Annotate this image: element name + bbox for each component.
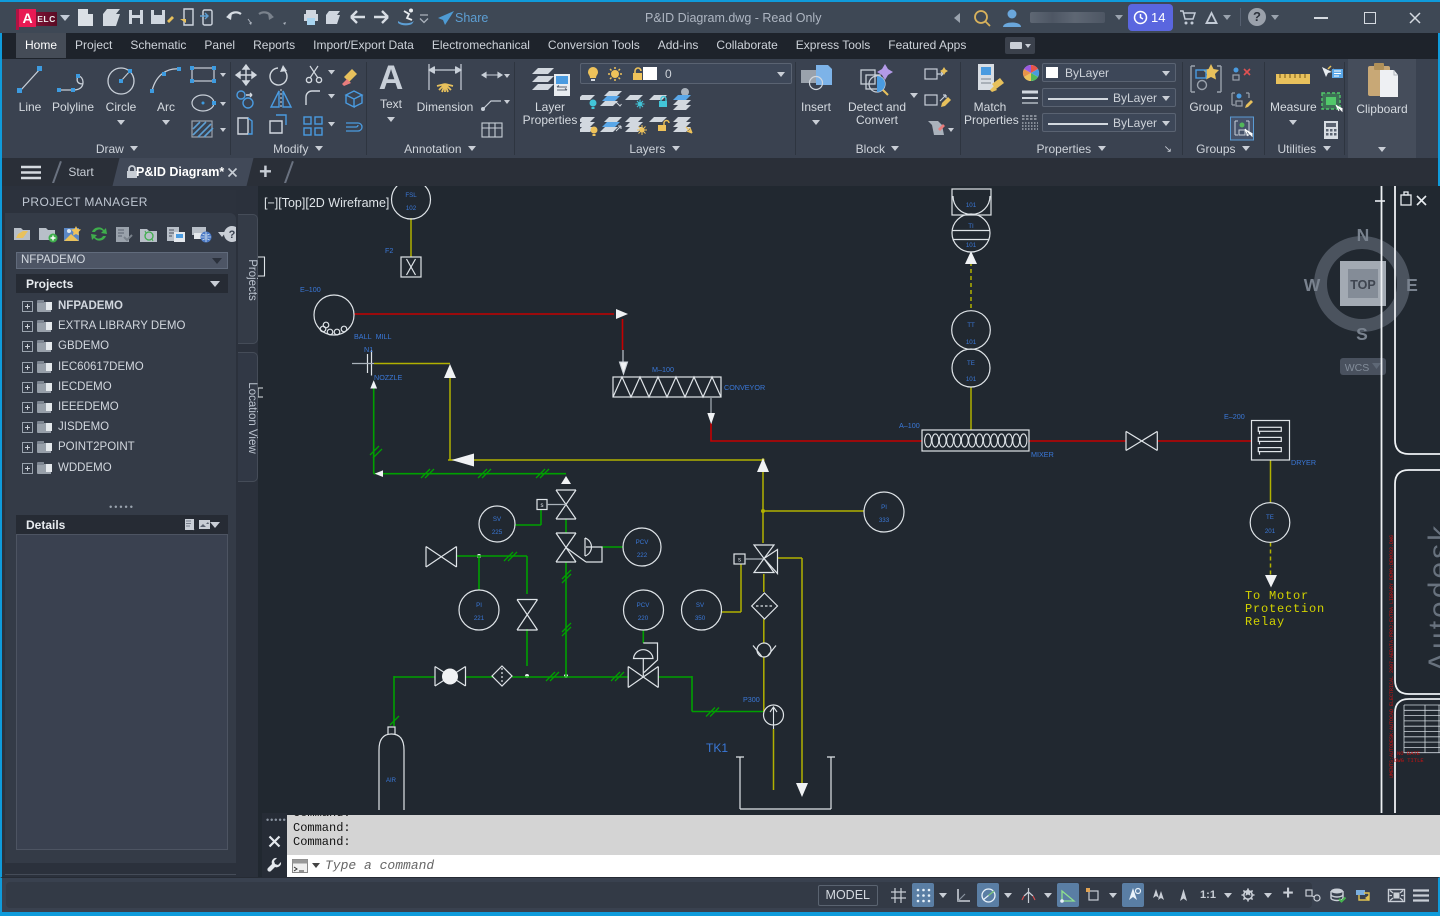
svg-text:SV: SV	[493, 516, 502, 523]
svg-text:TOP: TOP	[1350, 278, 1375, 292]
svg-text:101: 101	[966, 339, 977, 346]
svg-text:PI: PI	[476, 602, 482, 609]
svg-text:WCS: WCS	[1345, 362, 1370, 374]
svg-text:?: ?	[229, 229, 236, 241]
svg-text:333: 333	[879, 517, 890, 524]
svg-text:W: W	[1304, 275, 1321, 295]
svg-text:220: 220	[638, 615, 649, 622]
svg-text:s: s	[541, 503, 544, 509]
svg-text:NOZZLE: NOZZLE	[374, 373, 403, 382]
svg-text:PCV: PCV	[637, 602, 651, 609]
svg-text:TE: TE	[967, 360, 975, 367]
svg-text:MIXER: MIXER	[1031, 450, 1054, 459]
svg-text:AIR: AIR	[386, 778, 397, 784]
svg-text:E: E	[1406, 275, 1418, 295]
svg-text:TT: TT	[967, 322, 975, 329]
svg-text:101: 101	[966, 242, 977, 249]
svg-text:102: 102	[406, 205, 417, 212]
svg-text:M–100: M–100	[652, 365, 674, 374]
svg-text:221: 221	[474, 615, 485, 622]
svg-text:F2: F2	[385, 246, 393, 255]
svg-text:CONVEYOR: CONVEYOR	[724, 383, 765, 392]
svg-text:PCV: PCV	[636, 539, 650, 546]
svg-text:N1: N1	[364, 345, 373, 354]
svg-text:201: 201	[1265, 528, 1276, 535]
svg-text:PI: PI	[881, 504, 887, 511]
svg-text:TK1: TK1	[706, 741, 728, 755]
svg-text:TI: TI	[968, 223, 974, 230]
svg-text:Protection: Protection	[1245, 602, 1325, 616]
svg-text:E–100: E–100	[300, 285, 321, 294]
svg-text:NO DATE: NO DATE	[1397, 750, 1421, 757]
svg-text:E–200: E–200	[1224, 412, 1245, 421]
svg-text:FSL: FSL	[405, 192, 417, 199]
svg-text:UMENTS:AUTODESK:AUTOCAD ELECTR: UMENTS:AUTODESK:AUTOCAD ELECTRICAL 2007:…	[1389, 535, 1395, 778]
svg-text:P300: P300	[743, 695, 760, 704]
svg-text:SV: SV	[696, 602, 705, 609]
svg-text:S: S	[1356, 324, 1368, 344]
svg-text:A–100: A–100	[899, 421, 920, 430]
svg-text:Relay: Relay	[1245, 615, 1285, 629]
svg-text:101: 101	[966, 202, 977, 209]
svg-text:350: 350	[695, 615, 706, 622]
svg-text:DWG TITLE: DWG TITLE	[1394, 757, 1424, 764]
svg-text:DRYER: DRYER	[1291, 458, 1316, 467]
svg-text:TE: TE	[1266, 514, 1274, 521]
svg-text:Autodesk: Autodesk	[1423, 523, 1440, 672]
svg-text:101: 101	[966, 376, 977, 383]
svg-text:225: 225	[492, 529, 503, 536]
svg-text:N: N	[1357, 225, 1370, 245]
svg-text:BALL MILL: BALL MILL	[354, 332, 392, 341]
svg-text:[−][Top][2D Wireframe]: [−][Top][2D Wireframe]	[264, 196, 389, 210]
svg-text:222: 222	[637, 552, 648, 559]
svg-text:s: s	[738, 558, 741, 564]
svg-text:To Motor: To Motor	[1245, 589, 1309, 603]
